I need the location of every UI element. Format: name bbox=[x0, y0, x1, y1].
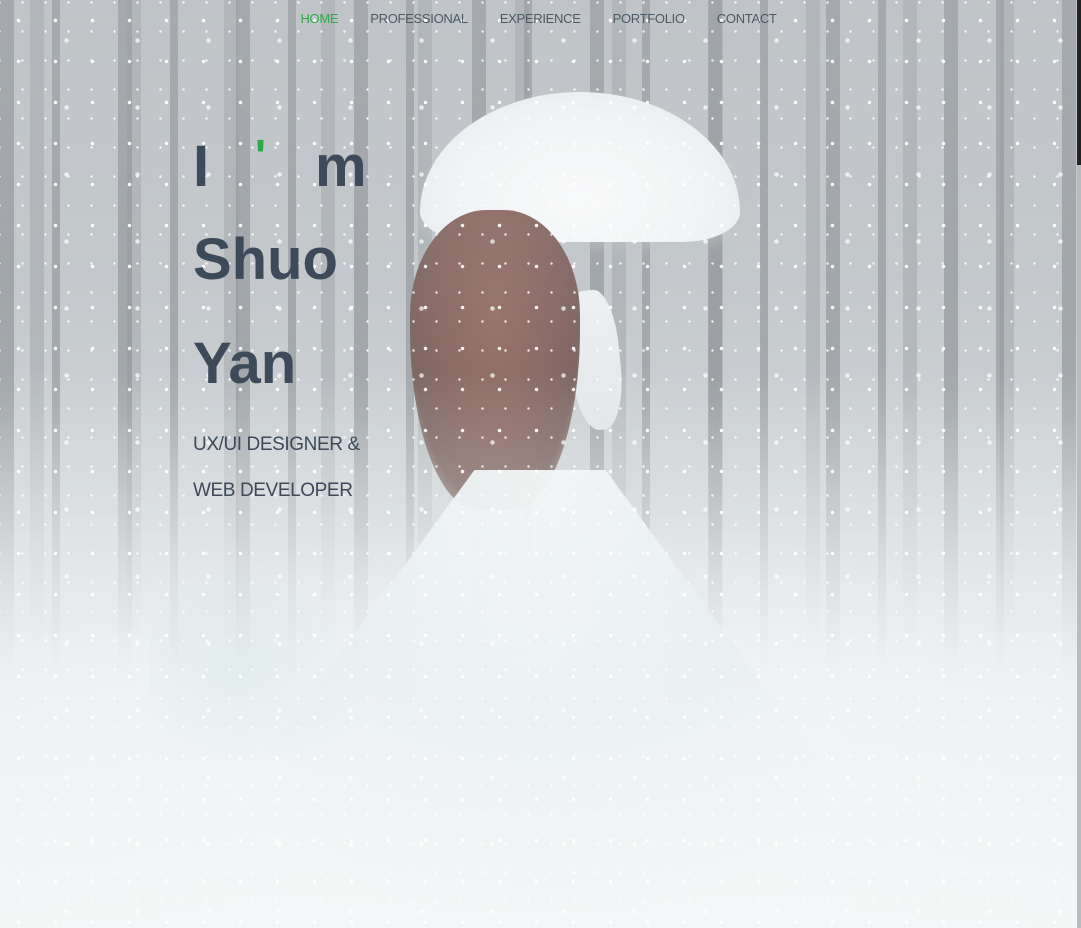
nav-portfolio-link[interactable]: PORTFOLIO bbox=[597, 9, 701, 29]
hero-last-name: Yan bbox=[193, 331, 297, 396]
scrollbar-track[interactable] bbox=[1077, 165, 1081, 928]
nav-experience-link[interactable]: EXPERIENCE bbox=[484, 9, 597, 29]
nav-contact-link[interactable]: CONTACT bbox=[701, 9, 793, 29]
hero-first-name: Shuo bbox=[193, 227, 338, 292]
greeting-apostrophe: ' bbox=[255, 130, 266, 182]
snowfall bbox=[0, 0, 1077, 928]
hero-heading: I ' m Shuo Yan UX/UI DESIGNER & WEB DEVELO… bbox=[193, 104, 453, 514]
greeting-m: m bbox=[315, 134, 367, 199]
main-nav: HOME PROFESSIONAL EXPERIENCE PORTFOLIO C… bbox=[0, 9, 1077, 29]
nav-professional-link[interactable]: PROFESSIONAL bbox=[354, 9, 484, 29]
hero-greeting: I ' m bbox=[193, 104, 453, 208]
nav-home-link[interactable]: HOME bbox=[284, 9, 354, 29]
hero-subtitle: UX/UI DESIGNER & WEB DEVELOPER bbox=[193, 434, 360, 501]
greeting-i: I bbox=[193, 134, 210, 199]
hero-background-image bbox=[0, 0, 1077, 928]
scrollbar-thumb[interactable] bbox=[1077, 0, 1081, 165]
